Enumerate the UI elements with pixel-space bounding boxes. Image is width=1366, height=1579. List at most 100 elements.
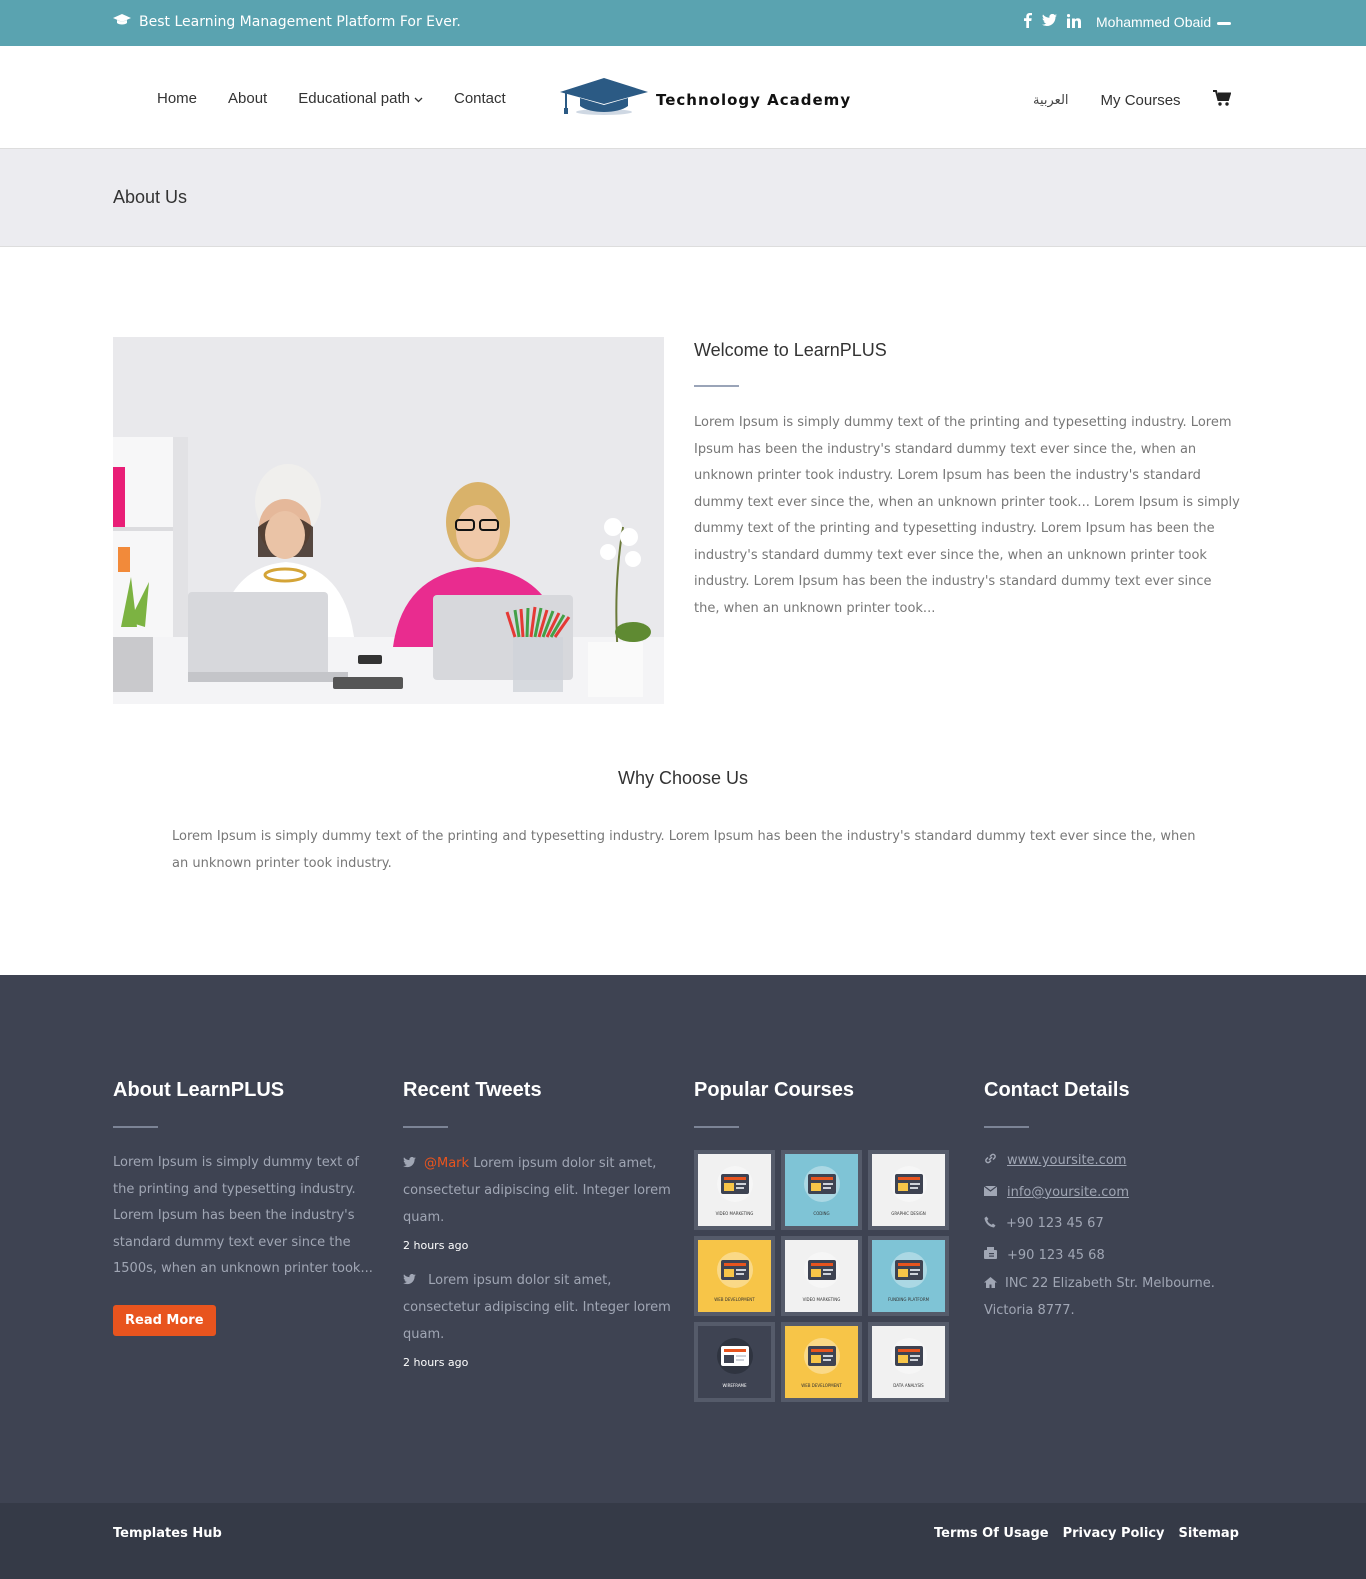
footer-about-title: About LearnPLUS [113,1079,285,1101]
footer-contact: Contact Details www.yoursite.com info@yo… [983,1079,1244,1324]
linkedin-icon[interactable] [1067,13,1081,28]
bottom-bar: Templates Hub Terms Of Usage Privacy Pol… [0,1503,1366,1579]
page-title: About Us [113,187,188,207]
website-link[interactable]: www.yoursite.com [1007,1153,1126,1168]
about-photo [113,337,664,704]
header-actions: العربية My Courses [1033,90,1231,110]
contact-address: INC 22 Elizabeth Str. Melbourne. Victori… [984,1271,1244,1324]
nav-item-about[interactable]: About [228,90,267,107]
footer-about: About LearnPLUS Lorem Ipsum is simply du… [113,1079,378,1336]
course-tile[interactable]: GRAPHIC DESIGN [868,1150,949,1230]
contact-phone: +90 123 45 67 [984,1208,1244,1240]
tagline: Best Learning Management Platform For Ev… [113,14,461,30]
course-tile-label: WEB DEVELOPMENT [801,1383,842,1388]
why-choose-us-body: Lorem Ipsum is simply dummy text of the … [172,829,1196,871]
title-divider [113,1126,158,1128]
nav-label: About [228,90,268,107]
sitemap-link[interactable]: Sitemap [1179,1526,1239,1541]
footer-contact-title: Contact Details [984,1079,1130,1101]
user-menu[interactable]: Mohammed Obaid [1096,14,1232,30]
main-header: Home About Educational path Contact Tech… [0,46,1366,149]
footer-courses: Popular Courses VIDEO MARKETING CODING GRA… [694,1079,954,1402]
cart-icon[interactable] [1212,90,1231,110]
graduation-cap-icon [113,14,131,30]
tweet-time: 2 hours ago [403,1239,469,1252]
contact-list: www.yoursite.com info@yoursite.com +90 1… [983,1145,1244,1324]
footer-about-body: Lorem Ipsum is simply dummy text of the … [113,1155,373,1276]
course-tile[interactable]: WIREFRAME [694,1322,775,1402]
course-tile[interactable]: DATA ANALYSIS [868,1322,949,1402]
contact-website: www.yoursite.com [984,1145,1244,1177]
phone-icon [984,1216,996,1232]
course-tile-label: CODING [813,1211,830,1216]
title-divider [984,1126,1029,1128]
language-switch[interactable]: العربية [1033,93,1069,108]
footer-courses-title: Popular Courses [694,1079,855,1101]
course-thumbnail-icon [799,1164,845,1209]
title-divider [403,1126,448,1128]
site-logo[interactable]: Technology Academy [558,76,851,123]
course-thumbnail-icon [712,1336,758,1381]
tweet-time: 2 hours ago [403,1356,469,1369]
privacy-link[interactable]: Privacy Policy [1063,1526,1165,1541]
course-tile-label: FUNDING PLATFORM [887,1297,930,1302]
nav-label: Home [157,90,198,107]
footer-tweets-title: Recent Tweets [403,1079,542,1101]
course-tile-label: GRAPHIC DESIGN [891,1211,926,1216]
tagline-text: Best Learning Management Platform For Ev… [139,14,461,30]
read-more-button[interactable]: Read More [113,1304,216,1336]
course-tile-label: DATA ANALYSIS [893,1383,924,1388]
my-courses-link[interactable]: My Courses [1101,92,1181,109]
course-thumbnail-icon [886,1164,932,1209]
envelope-icon [983,1185,998,1200]
course-tile-label: VIDEO MARKETING [715,1211,754,1216]
tweet-text: Lorem ipsum dolor sit amet, consectetur … [403,1273,671,1342]
contact-email: info@yoursite.com [983,1177,1244,1209]
terms-link[interactable]: Terms Of Usage [934,1526,1049,1541]
tweet-item: Lorem ipsum dolor sit amet, consectetur … [403,1267,671,1369]
tweet-handle[interactable]: @Mark [424,1156,469,1171]
course-tile[interactable]: WEB DEVELOPMENT [694,1236,775,1316]
nav-item-home[interactable]: Home [157,90,197,107]
nav-label: Contact [453,90,506,107]
chevron-down-icon [414,90,423,107]
user-name: Mohammed Obaid [1096,14,1212,30]
caret-down-icon [1217,14,1232,30]
fax-icon [984,1247,997,1263]
course-tile[interactable]: VIDEO MARKETING [781,1236,862,1316]
email-link[interactable]: info@yoursite.com [1007,1185,1129,1200]
welcome-title: Welcome to LearnPLUS [694,340,887,360]
nav-item-contact[interactable]: Contact [454,90,506,107]
footer: About LearnPLUS Lorem Ipsum is simply du… [0,975,1366,1503]
title-divider [694,1126,739,1128]
twitter-icon[interactable] [1042,14,1057,27]
tweet-item: @Mark Lorem ipsum dolor sit amet, consec… [403,1150,671,1252]
course-thumbnail-icon [886,1336,932,1381]
welcome-section: Welcome to LearnPLUS Lorem Ipsum is simp… [694,340,1240,622]
logo-text: Technology Academy [656,90,852,109]
course-tile-label: WIREFRAME [722,1383,747,1388]
top-bar: Best Learning Management Platform For Ev… [0,0,1366,46]
main-nav: Home About Educational path Contact [157,90,537,107]
facebook-icon[interactable] [1024,13,1032,28]
address-text: INC 22 Elizabeth Str. Melbourne. Victori… [984,1276,1215,1318]
course-thumbnail-icon [799,1336,845,1381]
course-tile[interactable]: VIDEO MARKETING [694,1150,775,1230]
course-tile-label: VIDEO MARKETING [802,1297,841,1302]
nav-label: Educational path [298,90,410,107]
course-grid: VIDEO MARKETING CODING GRAPHIC DESIGN WEB D… [694,1150,954,1402]
course-tile[interactable]: WEB DEVELOPMENT [781,1322,862,1402]
course-tile-label: WEB DEVELOPMENT [714,1297,755,1302]
footer-brand[interactable]: Templates Hub [113,1526,222,1541]
course-thumbnail-icon [712,1164,758,1209]
footer-links: Terms Of Usage Privacy Policy Sitemap [934,1526,1239,1541]
social-links [1024,13,1081,28]
footer-tweets: Recent Tweets @Mark Lorem ipsum dolor si… [403,1079,671,1369]
nav-item-educational-path[interactable]: Educational path [298,90,423,107]
course-thumbnail-icon [886,1250,932,1295]
course-tile[interactable]: FUNDING PLATFORM [868,1236,949,1316]
title-divider [694,385,739,387]
course-thumbnail-icon [799,1250,845,1295]
course-tile[interactable]: CODING [781,1150,862,1230]
phone-number: +90 123 45 67 [1006,1216,1104,1232]
